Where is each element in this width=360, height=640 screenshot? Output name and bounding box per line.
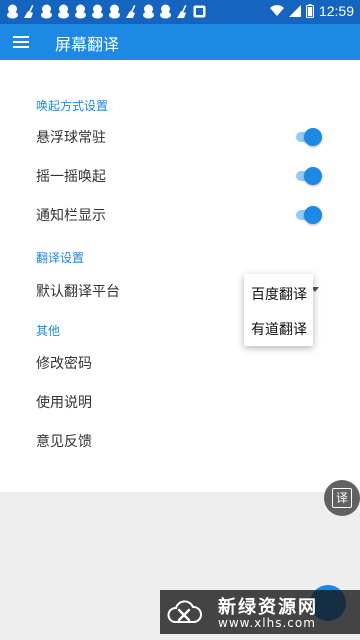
platform-option-baidu[interactable]: 百度翻译 — [251, 284, 307, 304]
watermark-url: www.xlhs.com — [218, 616, 316, 630]
notification-bar-toggle[interactable] — [296, 205, 322, 225]
broom-icon — [24, 5, 34, 18]
floating-translate-ball[interactable]: 译 — [324, 480, 360, 516]
qq-icon — [160, 4, 171, 19]
status-bar: 12:59 — [0, 0, 360, 24]
setting-change-password[interactable]: 修改密码 — [36, 353, 92, 373]
broom-icon — [177, 5, 187, 18]
setting-default-platform[interactable]: 默认翻译平台 — [36, 281, 120, 301]
shake-wakeup-toggle[interactable] — [296, 166, 322, 186]
setting-instructions[interactable]: 使用说明 — [36, 392, 92, 412]
section-header-translate: 翻译设置 — [36, 251, 85, 265]
app-badge-icon — [193, 5, 206, 18]
translate-icon: 译 — [332, 488, 352, 508]
platform-popup: 百度翻译 有道翻译 — [244, 274, 313, 346]
signal-icon — [288, 5, 301, 17]
section-header-other: 其他 — [36, 324, 61, 338]
qq-icon — [58, 4, 69, 19]
qq-icon — [41, 4, 52, 19]
floating-ball-toggle[interactable] — [296, 127, 322, 147]
platform-option-youdao[interactable]: 有道翻译 — [251, 319, 307, 339]
cloud-logo-icon — [167, 600, 202, 623]
status-time: 12:59 — [318, 3, 354, 19]
qq-icon — [92, 4, 103, 19]
section-header-wakeup: 唤起方式设置 — [36, 99, 109, 113]
setting-floating-ball[interactable]: 悬浮球常驻 — [36, 127, 106, 147]
qq-icon — [109, 4, 120, 19]
wifi-icon — [269, 5, 284, 17]
setting-shake-wakeup[interactable]: 摇一摇唤起 — [36, 166, 106, 186]
notification-icons — [6, 4, 206, 19]
menu-icon[interactable] — [12, 33, 30, 51]
setting-feedback[interactable]: 意见反馈 — [36, 431, 92, 451]
broom-icon — [126, 5, 136, 18]
qq-icon — [143, 4, 154, 19]
battery-icon — [305, 4, 314, 18]
qq-icon — [7, 4, 18, 19]
qq-icon — [75, 4, 86, 19]
app-bar: 屏幕翻译 — [0, 24, 360, 60]
setting-notification-bar[interactable]: 通知栏显示 — [36, 205, 106, 225]
watermark: 新绿资源网 www.xlhs.com — [160, 590, 360, 634]
page-title: 屏幕翻译 — [55, 35, 120, 54]
